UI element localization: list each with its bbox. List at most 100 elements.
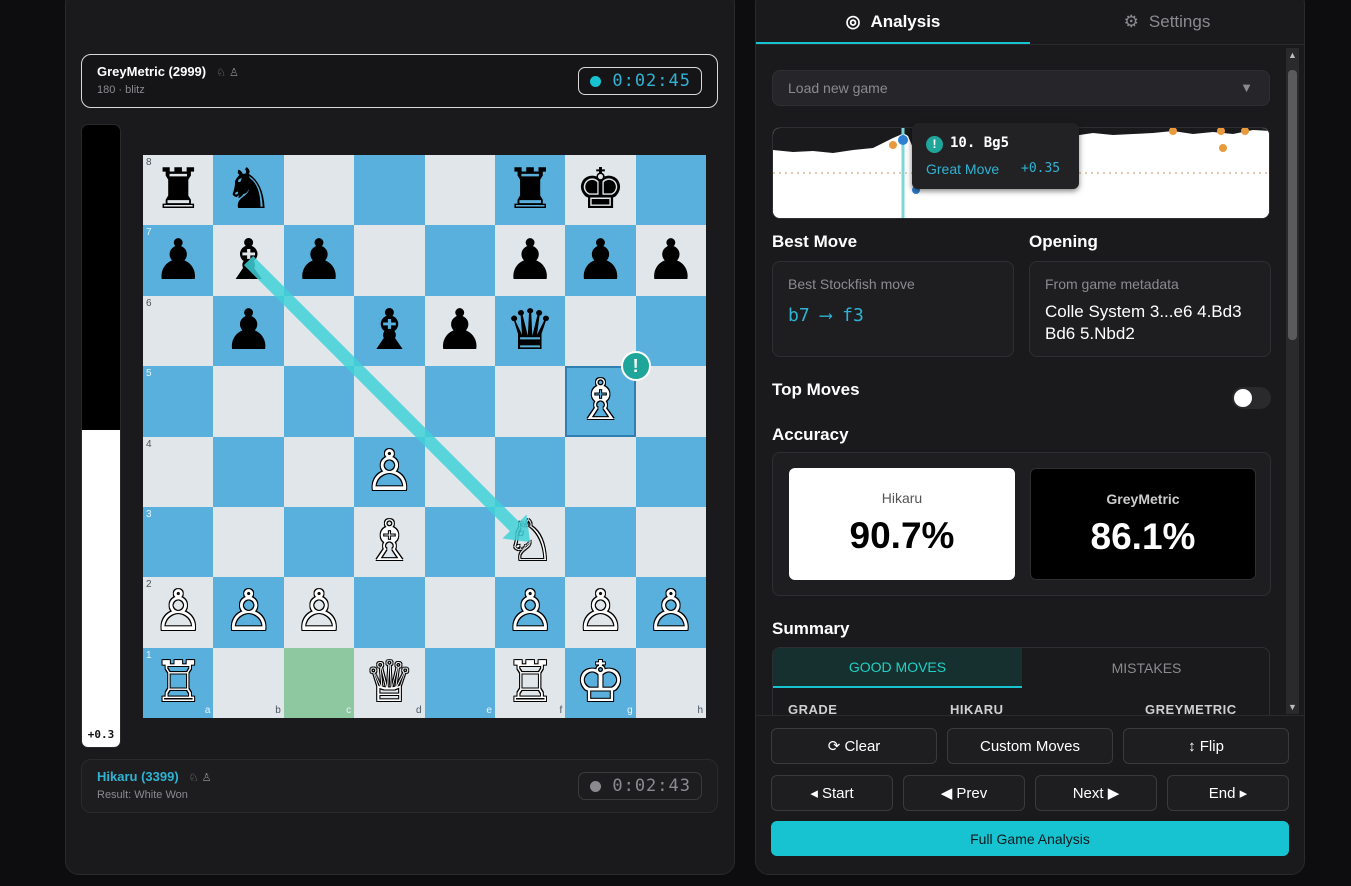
black-piece-g8[interactable]: ♚ (565, 155, 635, 225)
square-d1[interactable]: d ♕ (354, 647, 425, 718)
square-e8[interactable] (424, 155, 495, 226)
square-c7[interactable]: ♟ (283, 225, 355, 296)
white-piece-d4[interactable]: ♙ (354, 437, 424, 507)
top-player-name[interactable]: GreyMetric (2999) ♘ ♙ (97, 64, 239, 79)
chess-board[interactable]: 8 ♜ ♞ ♜ ♚ 7 ♟ ♝ ♟ ♟ ♟ ♟ 6 ♟ ♝ ♟ ♛ 5 ♗ 4 ♙ 3 ♗ ♘ 2 ♙ ♙ ♙ ♙ ♙ ♙ 1 a ♖ b c d ♕ e f… (143, 155, 706, 718)
white-piece-g2[interactable]: ♙ (565, 577, 635, 647)
full-game-analysis-button[interactable]: Full Game Analysis (771, 821, 1289, 856)
black-piece-b6[interactable]: ♟ (213, 296, 283, 366)
white-piece-h2[interactable]: ♙ (636, 577, 706, 647)
square-f2[interactable]: ♙ (494, 577, 566, 648)
black-piece-a7[interactable]: ♟ (143, 225, 213, 295)
square-f3[interactable]: ♘ (494, 506, 566, 578)
square-e4[interactable] (424, 436, 495, 507)
square-g3[interactable] (565, 506, 636, 578)
white-piece-f1[interactable]: ♖ (495, 648, 565, 718)
square-c3[interactable] (283, 506, 355, 578)
black-piece-a8[interactable]: ♜ (143, 155, 213, 225)
square-d5[interactable] (354, 366, 425, 437)
square-g7[interactable]: ♟ (565, 225, 636, 296)
white-piece-f3[interactable]: ♘ (495, 507, 565, 577)
black-piece-e6[interactable]: ♟ (425, 296, 495, 366)
prev-button[interactable]: ◀ Prev (903, 775, 1025, 811)
tab-settings[interactable]: ⚙ Settings (1030, 1, 1304, 43)
tab-mistakes[interactable]: MISTAKES (1022, 648, 1269, 688)
black-piece-d6[interactable]: ♝ (354, 296, 424, 366)
square-b6[interactable]: ♟ (213, 295, 284, 367)
square-d7[interactable] (354, 225, 425, 296)
square-a3[interactable]: 3 (143, 506, 214, 578)
square-d4[interactable]: ♙ (354, 436, 425, 507)
black-piece-f8[interactable]: ♜ (495, 155, 565, 225)
black-piece-f7[interactable]: ♟ (495, 225, 565, 295)
square-g4[interactable] (565, 436, 636, 507)
white-piece-f2[interactable]: ♙ (495, 577, 565, 647)
square-c1[interactable]: c (283, 647, 355, 718)
square-d3[interactable]: ♗ (354, 506, 425, 578)
square-f4[interactable] (494, 436, 566, 507)
black-piece-g7[interactable]: ♟ (565, 225, 635, 295)
black-piece-f6[interactable]: ♛ (495, 296, 565, 366)
square-a1[interactable]: 1 a ♖ (143, 647, 214, 718)
scroll-up-icon[interactable]: ▲ (1286, 50, 1299, 60)
black-piece-b7[interactable]: ♝ (213, 225, 283, 295)
panel-scrollbar[interactable]: ▲ ▼ (1286, 48, 1299, 714)
square-h7[interactable]: ♟ (635, 225, 706, 296)
clear-button[interactable]: ⟳ Clear (771, 728, 937, 764)
square-h8[interactable] (635, 155, 706, 226)
square-e1[interactable]: e (424, 647, 495, 718)
white-piece-b2[interactable]: ♙ (213, 577, 283, 647)
square-f1[interactable]: f ♖ (494, 647, 566, 718)
square-g8[interactable]: ♚ (565, 155, 636, 226)
square-d8[interactable] (354, 155, 425, 226)
square-f8[interactable]: ♜ (494, 155, 566, 226)
square-b2[interactable]: ♙ (213, 577, 284, 648)
square-d6[interactable]: ♝ (354, 295, 425, 367)
white-piece-a2[interactable]: ♙ (143, 577, 213, 647)
next-button[interactable]: Next ▶ (1035, 775, 1157, 811)
black-piece-b8[interactable]: ♞ (213, 155, 283, 225)
square-f7[interactable]: ♟ (494, 225, 566, 296)
square-a2[interactable]: 2 ♙ (143, 577, 214, 648)
white-piece-g5[interactable]: ♗ (567, 368, 633, 434)
white-piece-a1[interactable]: ♖ (143, 648, 213, 718)
end-button[interactable]: End ▸ (1167, 775, 1289, 811)
square-c5[interactable] (283, 366, 355, 437)
square-d2[interactable] (354, 577, 425, 648)
square-b4[interactable] (213, 436, 284, 507)
square-e7[interactable] (424, 225, 495, 296)
square-e5[interactable] (424, 366, 495, 437)
square-b1[interactable]: b (213, 647, 284, 718)
black-piece-h7[interactable]: ♟ (636, 225, 706, 295)
square-f6[interactable]: ♛ (494, 295, 566, 367)
square-g1[interactable]: g ♔ (565, 647, 636, 718)
square-e2[interactable] (424, 577, 495, 648)
tab-good-moves[interactable]: GOOD MOVES (773, 648, 1022, 688)
square-b5[interactable] (213, 366, 284, 437)
top-moves-toggle[interactable] (1232, 387, 1271, 409)
white-piece-d3[interactable]: ♗ (354, 507, 424, 577)
white-piece-d1[interactable]: ♕ (354, 648, 424, 718)
square-a8[interactable]: 8 ♜ (143, 155, 214, 226)
square-h3[interactable] (635, 506, 706, 578)
flip-button[interactable]: ↕ Flip (1123, 728, 1289, 764)
square-e3[interactable] (424, 506, 495, 578)
square-b3[interactable] (213, 506, 284, 578)
square-a6[interactable]: 6 (143, 295, 214, 367)
square-h4[interactable] (635, 436, 706, 507)
square-h1[interactable]: h (635, 647, 706, 718)
start-button[interactable]: ◂ Start (771, 775, 893, 811)
load-game-select[interactable]: Load new game ▼ (772, 70, 1270, 106)
black-piece-c7[interactable]: ♟ (284, 225, 354, 295)
scrollbar-thumb[interactable] (1288, 70, 1297, 340)
square-c8[interactable] (283, 155, 355, 226)
square-b8[interactable]: ♞ (213, 155, 284, 226)
square-c6[interactable] (283, 295, 355, 367)
square-b7[interactable]: ♝ (213, 225, 284, 296)
square-g2[interactable]: ♙ (565, 577, 636, 648)
square-f5[interactable] (494, 366, 566, 437)
square-c4[interactable] (283, 436, 355, 507)
bottom-player-name[interactable]: Hikaru (3399) ♘ ♙ (97, 769, 211, 784)
square-a7[interactable]: 7 ♟ (143, 225, 214, 296)
white-piece-c2[interactable]: ♙ (284, 577, 354, 647)
